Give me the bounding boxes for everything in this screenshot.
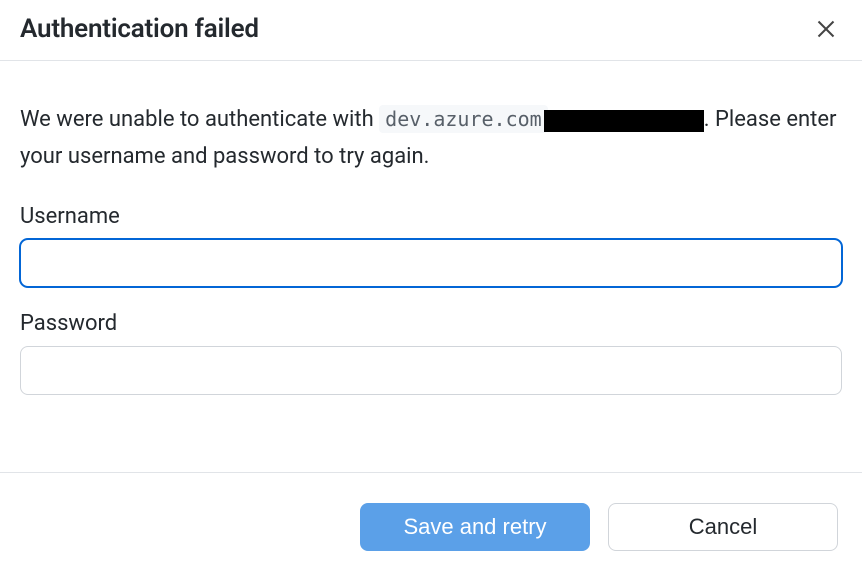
close-icon[interactable] — [814, 17, 838, 41]
username-field: Username — [20, 204, 842, 287]
message-prefix: We were unable to authenticate with — [20, 107, 379, 132]
username-label: Username — [20, 204, 842, 229]
dialog-footer: Save and retry Cancel — [0, 472, 862, 565]
redacted-segment — [544, 110, 704, 132]
dialog-title: Authentication failed — [20, 14, 259, 44]
dialog-header: Authentication failed — [0, 0, 862, 61]
password-field: Password — [20, 311, 842, 394]
dialog-body: We were unable to authenticate with dev.… — [0, 61, 862, 472]
auth-message: We were unable to authenticate with dev.… — [20, 101, 842, 176]
username-input[interactable] — [20, 239, 842, 287]
cancel-button[interactable]: Cancel — [608, 503, 838, 551]
auth-failed-dialog: Authentication failed We were unable to … — [0, 0, 862, 565]
save-retry-button[interactable]: Save and retry — [360, 503, 590, 551]
host-name: dev.azure.com — [379, 105, 548, 133]
password-label: Password — [20, 311, 842, 336]
password-input[interactable] — [20, 346, 842, 394]
